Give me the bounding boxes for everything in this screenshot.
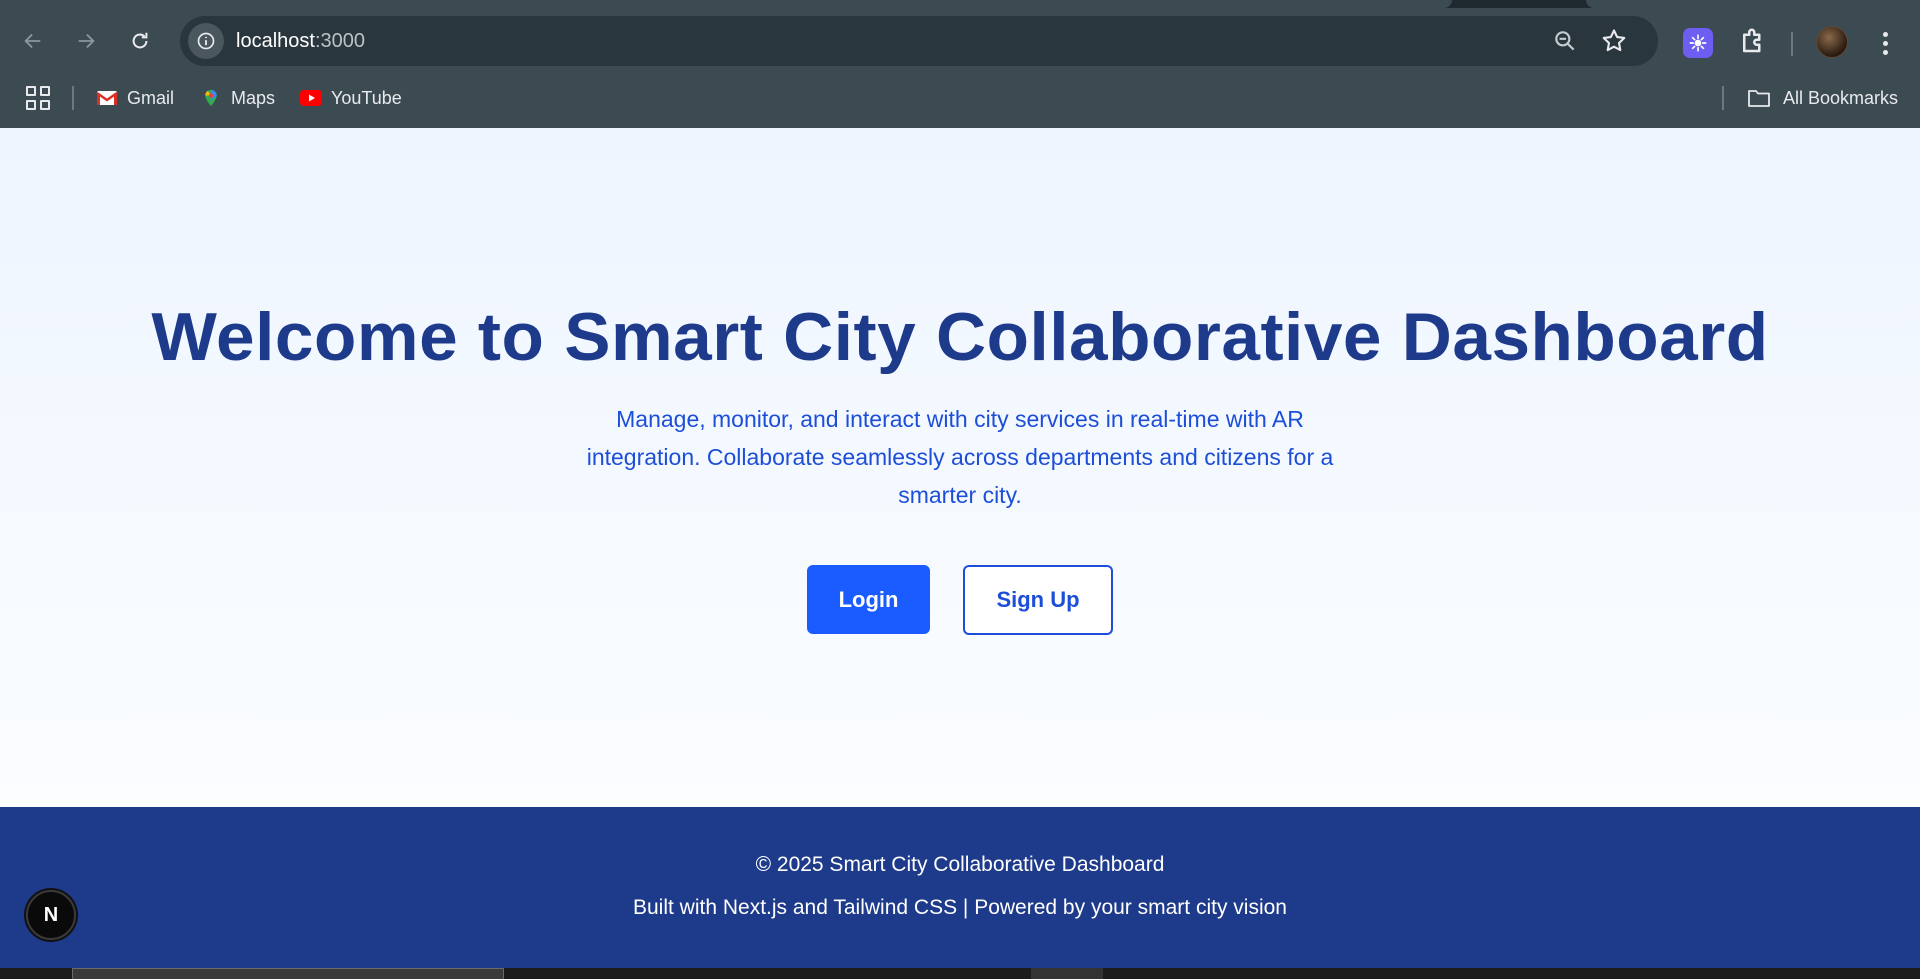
bookmark-star-icon[interactable] [1600, 27, 1628, 55]
bookmarks-divider [1722, 86, 1724, 110]
address-bar[interactable]: localhost:3000 [180, 16, 1658, 66]
extensions-puzzle-icon[interactable] [1738, 26, 1768, 56]
gmail-icon [96, 91, 118, 105]
bookmark-label: YouTube [331, 87, 402, 108]
profile-avatar[interactable] [1816, 26, 1848, 58]
extension-icon[interactable] [1683, 28, 1713, 58]
url-host: localhost [236, 30, 315, 52]
toolbar-divider [1791, 32, 1793, 56]
bookmark-gmail[interactable]: Gmail [96, 83, 174, 113]
youtube-icon [300, 90, 322, 106]
arrow-right-icon [78, 33, 95, 49]
zoom-icon[interactable] [1552, 28, 1578, 54]
taskbar-item[interactable] [1031, 968, 1103, 979]
hero-subtitle: Manage, monitor, and interact with city … [586, 406, 1334, 508]
browser-chrome: localhost:3000 Gmail Maps YouTube All Bo… [0, 0, 1920, 128]
bookmark-maps[interactable]: Maps [200, 83, 275, 113]
taskbar-window-thumbnail[interactable] [72, 968, 504, 979]
reload-icon [132, 32, 148, 49]
login-button[interactable]: Login [807, 565, 930, 634]
apps-grid-icon[interactable] [26, 86, 50, 110]
reload-button[interactable] [122, 23, 158, 59]
browser-menu-icon[interactable] [1870, 26, 1900, 60]
url-text[interactable]: localhost:3000 [236, 30, 365, 53]
footer-copyright: © 2025 Smart City Collaborative Dashboar… [755, 853, 1165, 876]
footer-credits: Built with Next.js and Tailwind CSS | Po… [633, 896, 1287, 919]
os-taskbar [0, 968, 1920, 979]
site-footer: © 2025 Smart City Collaborative Dashboar… [0, 807, 1920, 968]
signup-button[interactable]: Sign Up [963, 565, 1113, 635]
folder-icon [1748, 90, 1770, 107]
bookmark-label: Gmail [127, 87, 175, 108]
back-button[interactable] [15, 23, 51, 59]
bookmark-youtube[interactable]: YouTube [300, 83, 402, 113]
forward-button[interactable] [68, 23, 104, 59]
active-tab-edge[interactable] [0, 0, 1452, 8]
bookmarks-bar: Gmail Maps YouTube All Bookmarks [0, 80, 1920, 126]
all-bookmarks-label: All Bookmarks [1782, 87, 1898, 108]
landing-page: Welcome to Smart City Collaborative Dash… [0, 128, 1920, 807]
url-port: :3000 [314, 30, 365, 52]
bookmark-label: Maps [231, 87, 276, 108]
all-bookmarks-button[interactable]: All Bookmarks [1747, 83, 1898, 113]
bookmarks-divider [72, 86, 74, 110]
hero-title: Welcome to Smart City Collaborative Dash… [151, 299, 1769, 375]
inactive-tab-edge[interactable] [1586, 0, 1920, 8]
arrow-left-icon [24, 33, 41, 49]
nextjs-dev-indicator[interactable]: N [26, 890, 76, 940]
tab-strip [0, 0, 1920, 8]
site-info-icon[interactable] [188, 23, 224, 59]
maps-icon [205, 89, 217, 107]
browser-toolbar: localhost:3000 [0, 10, 1920, 74]
